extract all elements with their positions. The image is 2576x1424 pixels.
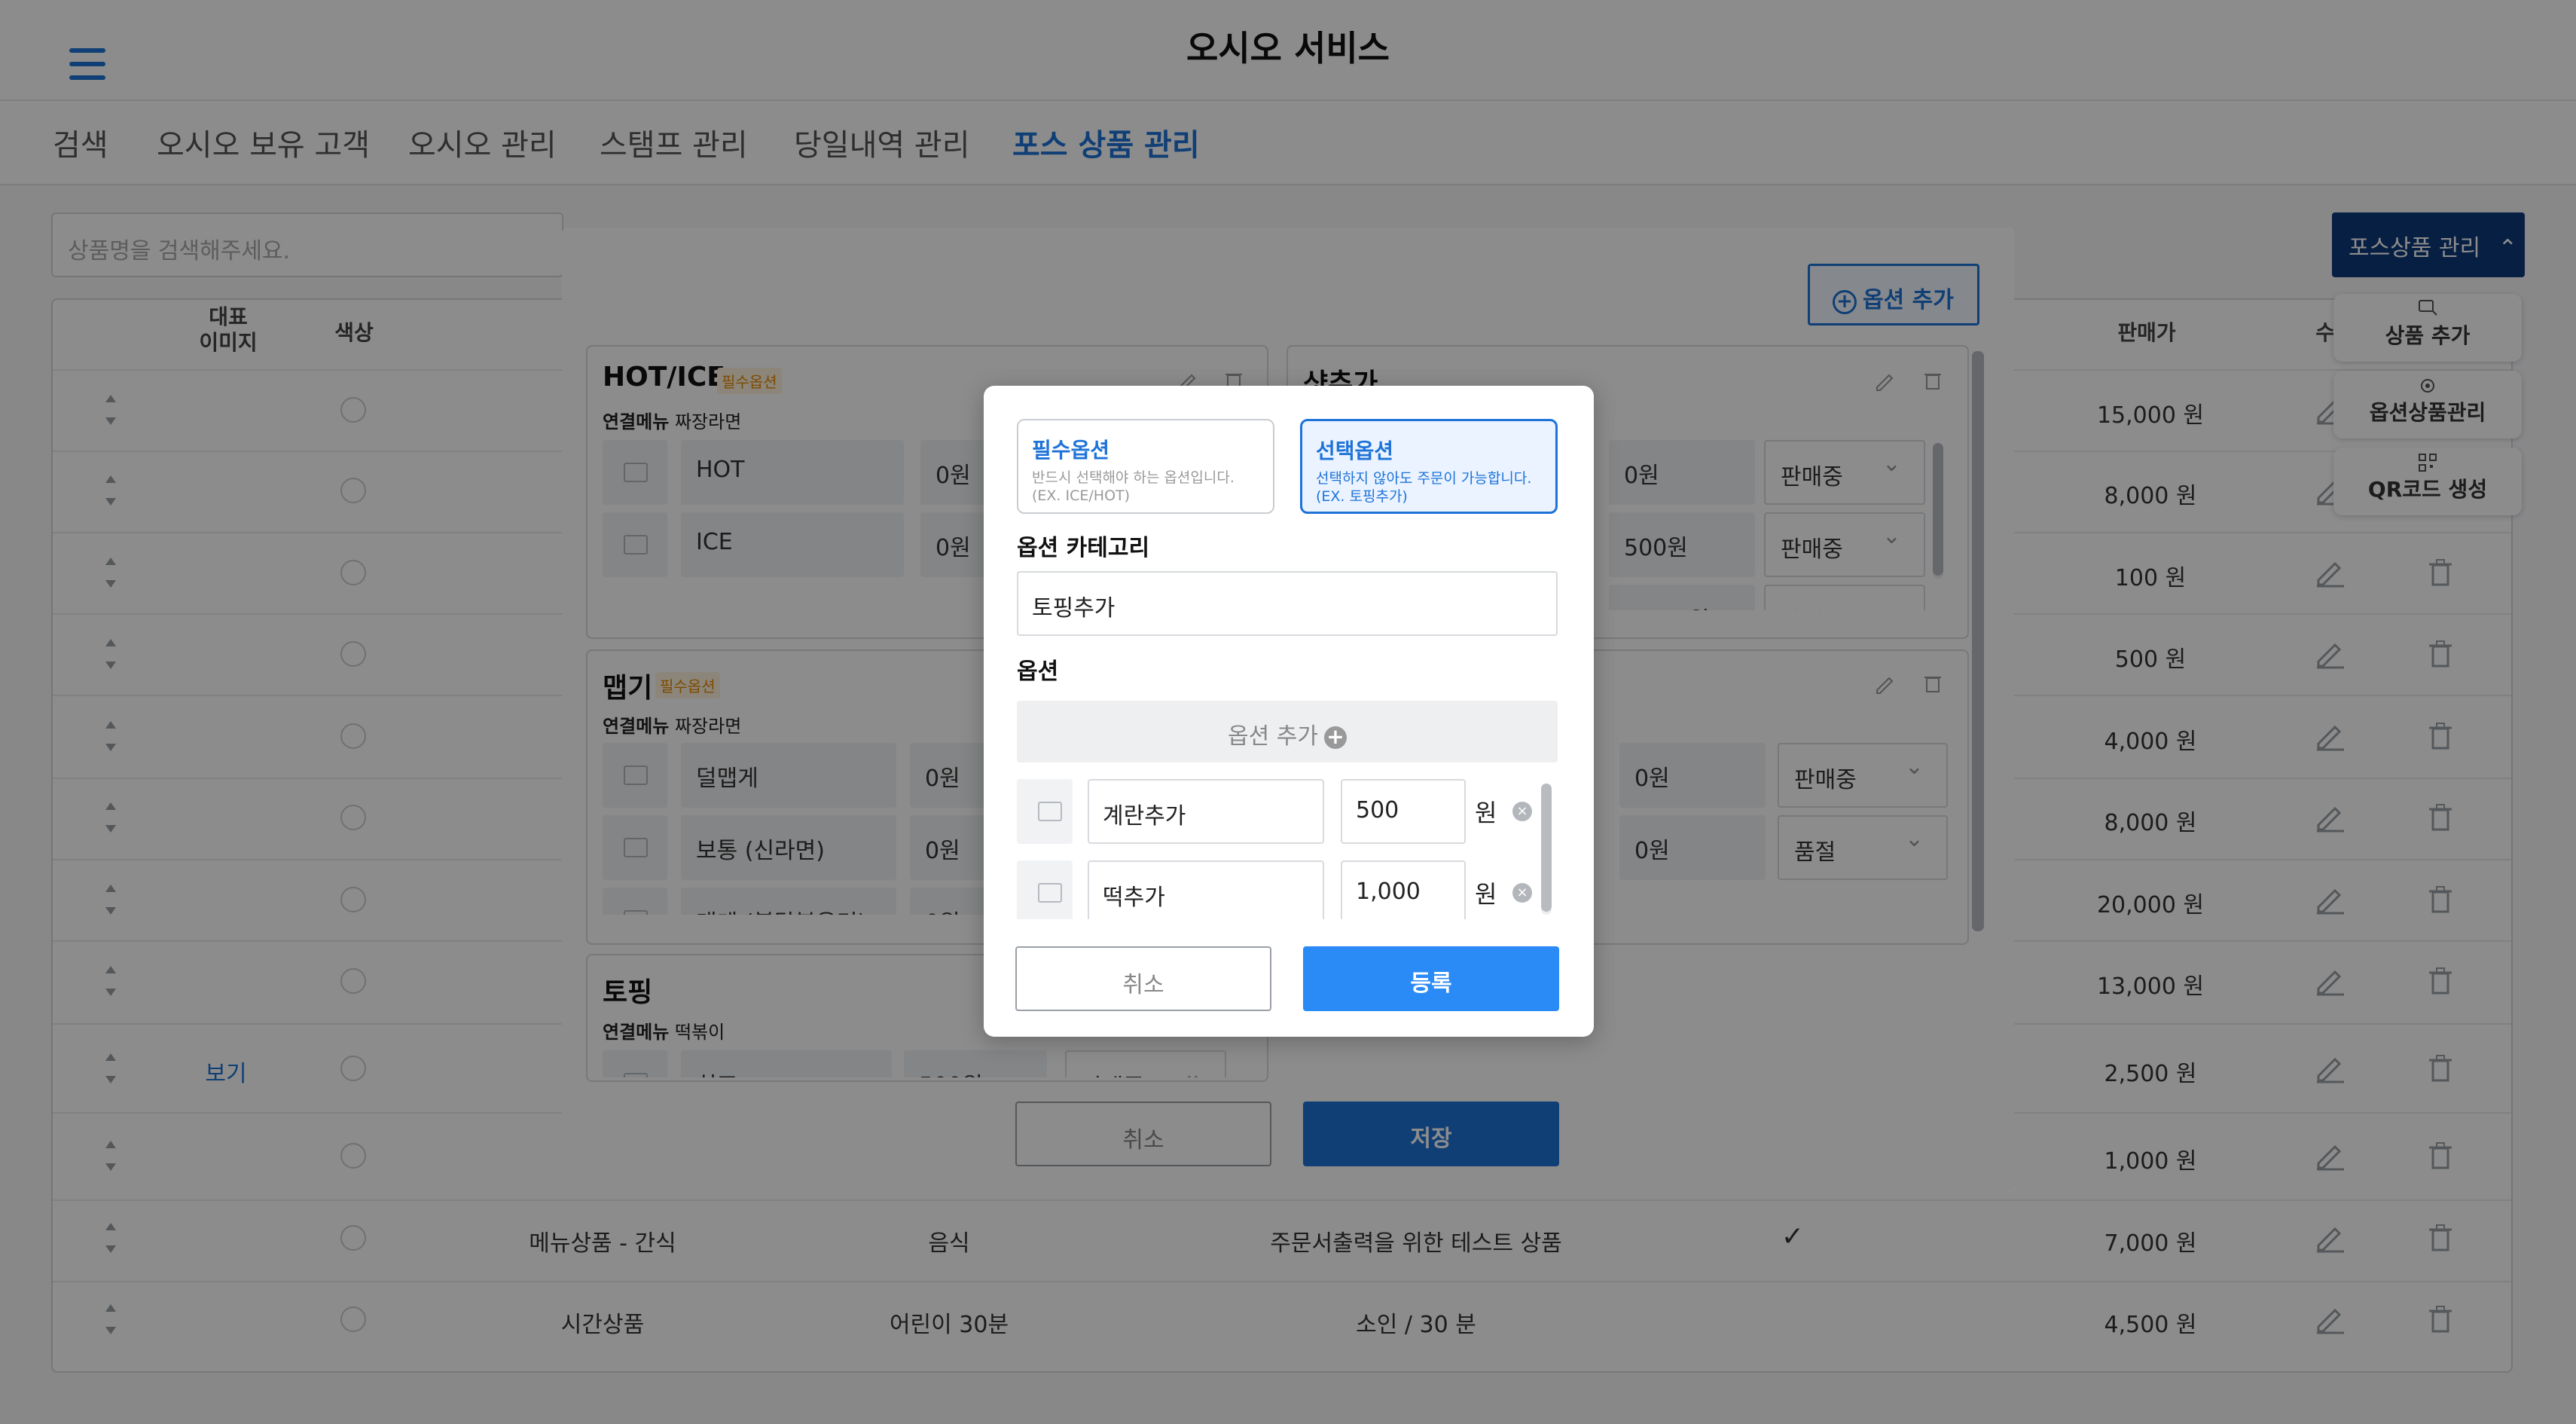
optional-option-desc: 선택하지 않아도 주문이 가능합니다. [1316,470,1532,487]
option-price-input[interactable]: 500 [1341,779,1466,844]
optional-option-example: (EX. 토핑추가) [1316,488,1408,505]
dialog-cancel-button[interactable]: 취소 [1015,946,1271,1011]
required-option-desc: 반드시 선택해야 하는 옵션입니다. [1032,469,1235,486]
plus-circle-icon: + [1323,726,1347,749]
optional-option-card[interactable]: 선택옵션 선택하지 않아도 주문이 가능합니다. (EX. 토핑추가) [1300,419,1558,514]
option-image-placeholder[interactable] [1017,860,1073,919]
won-unit: 원 [1475,799,1497,827]
option-image-placeholder[interactable] [1017,779,1073,844]
remove-option-icon[interactable]: × [1512,883,1532,903]
won-unit: 원 [1475,880,1497,909]
required-option-example: (EX. ICE/HOT) [1032,487,1131,504]
option-label: 옵션 [1017,659,1059,685]
dialog-submit-button[interactable]: 등록 [1303,946,1559,1011]
option-add-button[interactable]: 옵션 추가 + [1017,701,1558,762]
dialog-scrollbar-thumb[interactable] [1541,784,1552,912]
option-category-input[interactable]: 토핑추가 [1017,571,1558,636]
clipped-option-row: 떡추가 1,000 원 × [1017,860,1544,919]
required-option-title: 필수옵션 [1032,438,1110,463]
option-add-label: 옵션 추가 [1228,723,1318,750]
option-category-label: 옵션 카테고리 [1017,535,1150,561]
required-option-card[interactable]: 필수옵션 반드시 선택해야 하는 옵션입니다. (EX. ICE/HOT) [1017,419,1274,514]
option-name-input[interactable]: 떡추가 [1088,860,1324,919]
option-price-input[interactable]: 1,000 [1341,860,1466,919]
option-name-input[interactable]: 계란추가 [1088,779,1324,844]
remove-option-icon[interactable]: × [1512,802,1532,821]
optional-option-title: 선택옵션 [1316,439,1394,463]
